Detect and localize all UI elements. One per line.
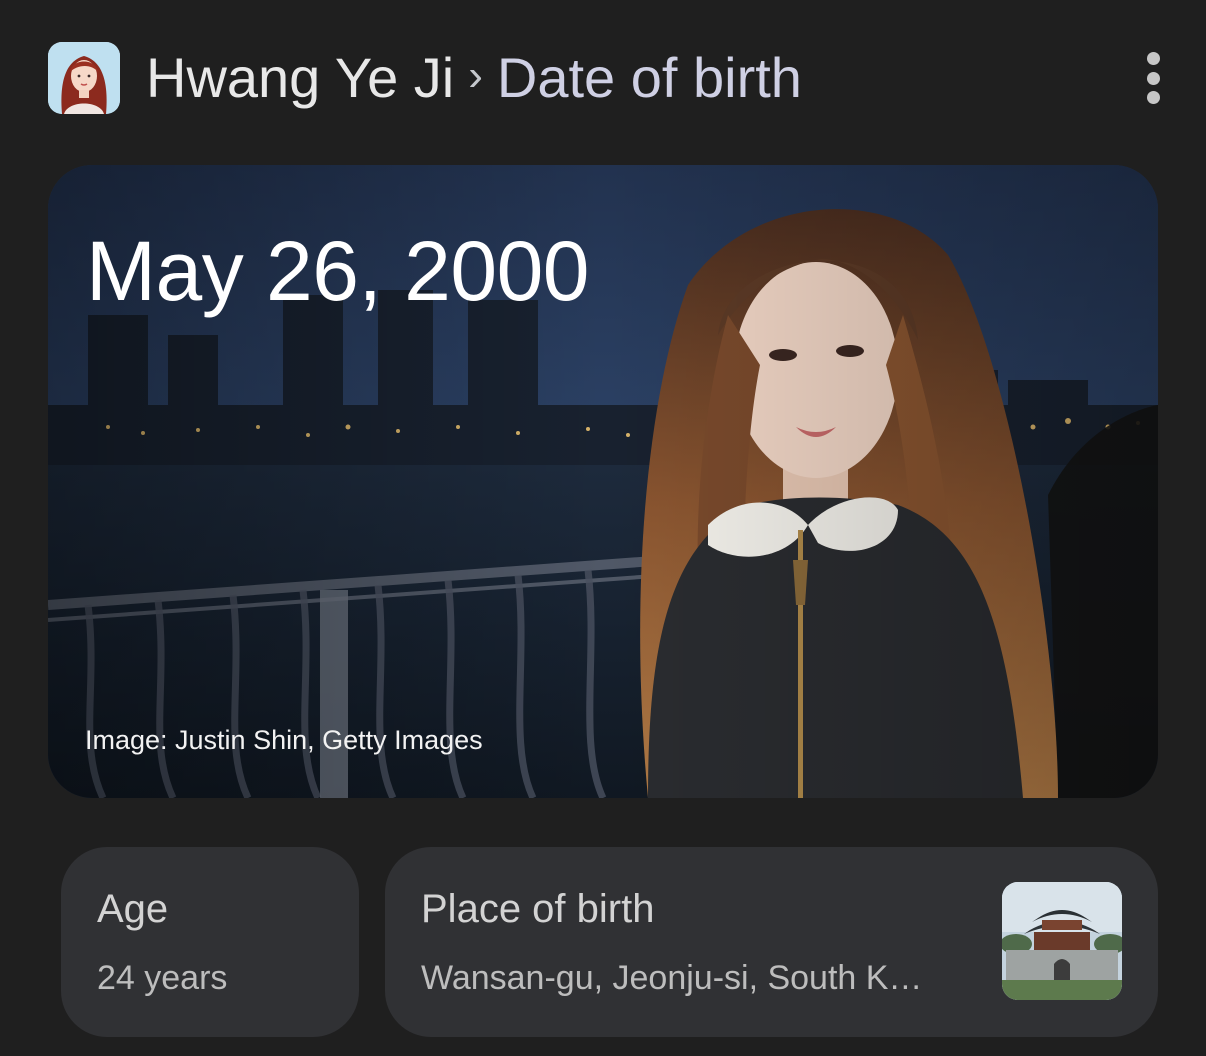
breadcrumb-current-section: Date of birth	[496, 46, 802, 109]
panel-header: Hwang Ye Ji › Date of birth	[48, 40, 1168, 116]
breadcrumb-separator: ›	[468, 51, 483, 100]
more-vert-icon[interactable]	[1138, 50, 1168, 106]
breadcrumb-entity-name[interactable]: Hwang Ye Ji	[146, 40, 454, 116]
place-of-birth-card[interactable]: Place of birth Wansan-gu, Jeonju-si, Sou…	[385, 847, 1158, 1037]
place-of-birth-value: Wansan-gu, Jeonju-si, South K…	[421, 959, 923, 997]
place-of-birth-label: Place of birth	[421, 887, 655, 931]
landmark-thumbnail[interactable]	[1002, 882, 1122, 1000]
breadcrumb: Hwang Ye Ji › Date of birth	[146, 40, 802, 116]
age-value: 24 years	[97, 959, 228, 997]
image-credit[interactable]: Image: Justin Shin, Getty Images	[85, 725, 483, 756]
birth-date: May 26, 2000	[86, 224, 590, 318]
age-label: Age	[97, 887, 169, 931]
age-card[interactable]: Age 24 years	[61, 847, 359, 1037]
person-avatar-icon[interactable]	[48, 42, 120, 114]
hero-image-card[interactable]: May 26, 2000 Image: Justin Shin, Getty I…	[48, 165, 1158, 798]
knowledge-panel: Hwang Ye Ji › Date of birth May 26, 2000…	[0, 0, 1206, 1056]
